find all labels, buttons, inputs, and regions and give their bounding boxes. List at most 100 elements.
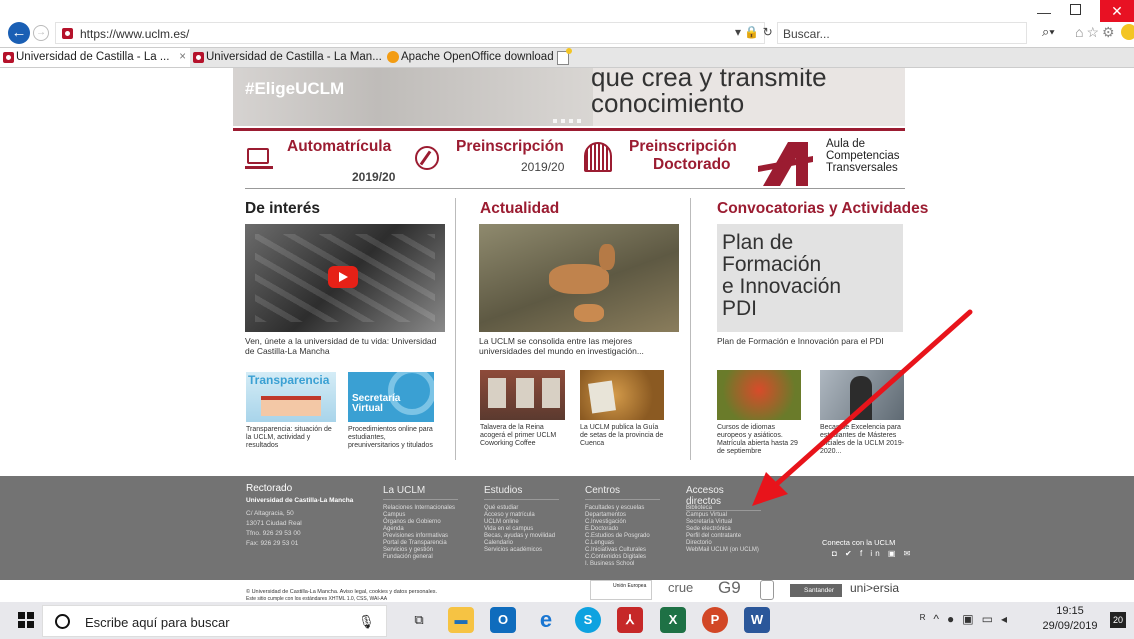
taskbar-search[interactable]: Escribe aquí para buscar 🎙 [42,605,387,637]
fawn [574,304,604,322]
taskbar-search-placeholder: Escribe aquí para buscar [85,615,230,630]
quick-label: Preinscripción [456,138,564,155]
section-title-actualidad: Actualidad [480,200,560,217]
red-arrow-annotation [752,309,973,506]
quick-year: 2019/20 [521,160,565,174]
setas-caption[interactable]: La UCLM publica la Guía de setas de la p… [580,424,666,448]
gazelle-head [599,244,615,270]
close-window-button[interactable]: ✕ [1100,0,1134,22]
column-divider [455,198,456,460]
acrobat-icon[interactable]: ⅄ [617,607,643,633]
transparencia-image[interactable]: Transparencia [246,372,336,422]
actualidad-caption[interactable]: La UCLM se consolida entre las mejores u… [479,336,679,356]
quick-automatricula[interactable]: Automatrícula 2019/20 [245,136,400,188]
openoffice-icon [387,51,399,63]
tab-strip: Universidad de Castilla - La ... × Unive… [0,47,1134,68]
gazelle-body [549,264,609,294]
new-tab-icon[interactable] [557,48,572,65]
excel-icon[interactable]: X [660,607,686,633]
address-bar[interactable]: https://www.uclm.es/ [55,22,765,44]
system-tray-icons[interactable]: ᴿ^●▣▭◂ [920,612,1015,626]
secretaria-image[interactable]: Secretaría Virtual [348,372,434,422]
quick-aula-competencias[interactable]: Aula de Competencias Transversales [758,136,908,188]
toolbar-icons[interactable]: ⌂☆⚙ [1075,24,1118,41]
footer-heading-centros: Centros [585,485,660,500]
outlook-icon[interactable]: O [490,607,516,633]
legal-text[interactable]: © Universidad de Castilla-La Mancha. Avi… [246,589,437,595]
tab-favicon-icon [3,52,14,63]
window-shape [542,378,560,408]
youtube-play-icon[interactable] [328,266,358,288]
footer-heading-uclm: La UCLM [383,485,458,500]
quick-sublabel: Doctorado [653,156,731,173]
internet-explorer-icon[interactable]: e [533,607,559,633]
divider [245,188,905,189]
window-shape [488,378,506,408]
tab-3[interactable]: Apache OpenOffice download |... [385,48,555,67]
address-url[interactable]: https://www.uclm.es/ [80,27,189,41]
powerpoint-icon[interactable]: P [702,607,728,633]
tab-label: Apache OpenOffice download |... [401,51,555,63]
gazelle-image[interactable] [479,224,679,332]
address-actions[interactable]: ▾ 🔒 ↻ [735,25,773,39]
hero-banner[interactable]: #EligeUCLM que crea y transmite conocimi… [233,68,905,126]
file-explorer-icon[interactable]: ▬ [448,607,474,633]
video-thumbnail[interactable] [245,224,445,332]
tab-2[interactable]: Universidad de Castilla - La Man... [190,48,385,67]
cortana-icon [55,614,70,629]
divider [233,128,905,131]
guide-book [588,380,616,414]
aula-logo-icon [758,142,813,186]
search-box[interactable]: Buscar... [777,22,1027,44]
quick-preinscripcion-doctorado[interactable]: Preinscripción Doctorado [580,136,740,188]
back-button[interactable]: ← [8,22,30,44]
minimize-button[interactable]: — [1037,4,1051,20]
mortarboard-icon [584,142,612,172]
browser-chrome: — ✕ ← → https://www.uclm.es/ ▾ 🔒 ↻ Busca… [0,0,1134,68]
search-placeholder: Buscar... [783,27,830,41]
word-icon[interactable]: W [744,607,770,633]
coworking-image[interactable] [480,370,565,420]
transparencia-caption[interactable]: Transparencia: situación de la UCLM, act… [246,426,338,450]
secretaria-caption[interactable]: Procedimientos online para estudiantes, … [348,426,438,450]
forward-button[interactable]: → [33,25,49,41]
tab-close-icon[interactable]: × [179,48,186,67]
eu-logo: Unión Europea [590,580,652,600]
section-title-interes: De interés [245,200,320,217]
castilla-la-mancha-logo [760,580,774,600]
clock-time: 19:15 [1056,605,1084,617]
footer-links-estudios[interactable]: Qué estudiar Acceso y matrícula UCLM onlin… [484,505,555,554]
footer-social-title: Conecta con la UCLM [822,538,896,547]
search-icon[interactable]: ⌕▾ [1042,24,1055,40]
g9-logo: G9 [718,578,741,597]
notification-center-icon[interactable]: 20 [1110,612,1126,628]
clock-date: 29/09/2019 [1042,620,1098,632]
carousel-dots[interactable] [553,110,593,123]
windows-start-icon[interactable] [18,612,34,628]
social-icons[interactable]: ◘ ✔ f in ▣ ✉ [832,549,913,558]
feedback-smiley-icon[interactable] [1121,24,1134,40]
microphone-icon[interactable]: 🎙 [358,614,375,630]
aula-label: Aula de Competencias Transversales [826,138,900,174]
quick-label: Automatrícula [287,138,392,155]
laptop-icon [247,148,269,164]
maximize-button[interactable] [1070,4,1081,15]
site-favicon-icon [62,28,73,39]
tab-1[interactable]: Universidad de Castilla - La ... × [0,48,190,67]
crue-logo: crue [668,580,694,595]
footer-rectorado-title: Rectorado [246,483,293,494]
coworking-caption[interactable]: Talavera de la Reina acogerá el primer U… [480,424,566,448]
footer-links-uclm[interactable]: Relaciones Internacionales Campus Órganos … [383,505,455,561]
footer-links-centros[interactable]: Facultades y escuelas Departamentos C.Inve… [585,505,650,568]
tab-favicon-icon [193,52,204,63]
footer-address: C/ Altagracia, 50 13071 Ciudad Real Tfno. … [246,510,302,547]
hero-text-line2: conocimiento [591,88,745,118]
video-caption[interactable]: Ven, únete a la universidad de tu vida: … [245,336,445,356]
secretaria-title: Secretaría Virtual [352,393,401,414]
skype-icon[interactable]: S [575,607,601,633]
setas-image[interactable] [580,370,664,420]
quick-preinscripcion[interactable]: Preinscripción 2019/20 [413,136,568,188]
taskbar-clock[interactable]: 19:15 29/09/2019 [1040,604,1100,634]
task-view-icon[interactable]: ⧉ [406,607,432,633]
footer-rectorado-name: Universidad de Castilla-La Mancha [246,497,354,504]
